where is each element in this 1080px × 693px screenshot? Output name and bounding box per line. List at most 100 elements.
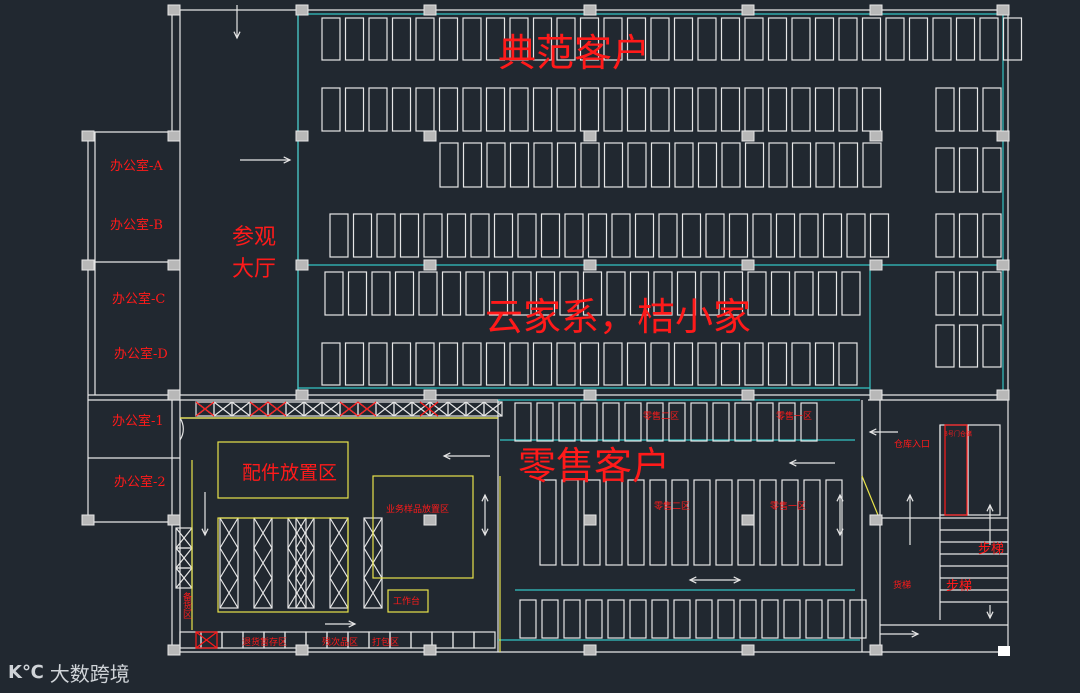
rack-slot	[415, 342, 435, 386]
rack-slot	[767, 87, 788, 132]
rack-slot	[391, 17, 412, 61]
rack-slot	[561, 479, 579, 566]
x-rack-cross	[295, 517, 315, 609]
zone-parts-area: 配件放置区	[242, 462, 338, 484]
pillar	[295, 389, 309, 401]
pillar	[996, 130, 1010, 142]
rack-slot	[514, 402, 532, 442]
office-b-label: 办公室-B	[110, 218, 163, 233]
zone-yunjia: 云家系，桔小家	[485, 295, 752, 339]
rack-slot	[352, 213, 373, 258]
pillar	[167, 130, 181, 142]
retail-zone-1-label: 零售一区	[776, 412, 813, 422]
pillar	[583, 514, 597, 526]
rack-slot	[982, 271, 1002, 316]
rack-slot	[558, 402, 576, 442]
rack-slot	[759, 479, 777, 566]
rack-slot	[651, 599, 669, 639]
rack-slot	[849, 599, 867, 639]
rack-slot	[441, 271, 462, 316]
returns-area-label: 退货暂存区	[242, 638, 288, 648]
rack-slot	[720, 17, 741, 61]
rack-slot	[958, 271, 979, 316]
pillar	[583, 130, 597, 142]
rack-slot	[344, 87, 365, 132]
rack-slot	[541, 599, 559, 639]
rack-slot	[838, 142, 859, 188]
rack-slot	[371, 271, 391, 316]
pillar	[583, 389, 597, 401]
rack-slot	[462, 142, 483, 188]
rack-slot	[827, 599, 845, 639]
rack-slot	[761, 599, 779, 639]
rack-slot	[720, 342, 741, 386]
pillar	[295, 130, 309, 142]
rack-slot	[629, 599, 647, 639]
rack-slot	[415, 87, 435, 132]
rack-slot	[717, 599, 735, 639]
rack-slot	[391, 87, 412, 132]
rack-slot	[634, 213, 655, 258]
rack-slot	[556, 142, 577, 188]
rack-slot	[783, 599, 801, 639]
rack-slot	[470, 213, 490, 258]
rack-slot	[394, 271, 415, 316]
rack-slot	[462, 342, 482, 386]
rack-slot	[368, 87, 388, 132]
pillar	[869, 4, 883, 16]
pillar	[869, 514, 883, 526]
rack-slot	[465, 271, 485, 316]
rack-slot	[418, 271, 438, 316]
stairs-label-2: 步梯	[946, 579, 973, 594]
rack-slot	[869, 213, 890, 258]
rack-slot	[517, 213, 537, 258]
rack-slot	[462, 17, 482, 61]
office-d-label: 办公室-D	[114, 347, 168, 362]
rack-slot	[800, 402, 818, 442]
yellow-divider	[861, 475, 881, 521]
rack-slot	[861, 87, 882, 132]
rack-slot	[486, 142, 506, 188]
hatch-cell	[179, 631, 202, 649]
rack-slot	[347, 271, 368, 316]
rack-slot	[814, 342, 835, 386]
hatch-cross	[321, 401, 341, 417]
rack-slot	[841, 271, 861, 316]
rack-slot	[935, 87, 955, 132]
sample-area-box	[372, 475, 474, 579]
side-zone-label: 备货区	[181, 592, 191, 619]
hatch-cell	[452, 631, 475, 649]
rack-slot	[715, 479, 733, 566]
rack-slot	[563, 599, 581, 639]
red-cross	[249, 401, 269, 417]
rack-slot	[626, 342, 647, 386]
retail-zone-2-label: 零售二区	[643, 412, 680, 422]
rack-slot	[712, 402, 730, 442]
rack-slot	[485, 87, 506, 132]
red-cross	[419, 401, 439, 417]
rack-slot	[799, 213, 819, 258]
rack-slot	[681, 213, 702, 258]
rack-slot	[822, 213, 843, 258]
rack-slot	[485, 342, 506, 386]
rack-slot	[791, 342, 811, 386]
rack-slot	[862, 142, 882, 188]
rack-slot	[739, 599, 757, 639]
rack-slot	[817, 271, 838, 316]
watermark: K℃ 大数跨境	[8, 658, 130, 687]
rack-slot	[540, 213, 561, 258]
pillar	[741, 130, 755, 142]
rack-slot	[838, 342, 858, 386]
warehouse-entry-label: 仓库入口	[894, 440, 931, 450]
stair-panel	[967, 424, 1001, 516]
rack-slot	[536, 402, 554, 442]
rack-slot	[693, 479, 711, 566]
pillar	[869, 644, 883, 656]
rack-slot	[673, 17, 694, 61]
rack-slot	[368, 17, 388, 61]
rack-slot	[781, 479, 799, 566]
elevator-label: 货梯	[893, 581, 912, 591]
rack-slot	[564, 213, 584, 258]
office-c-label: 办公室-C	[112, 292, 166, 307]
rack-slot	[814, 87, 835, 132]
